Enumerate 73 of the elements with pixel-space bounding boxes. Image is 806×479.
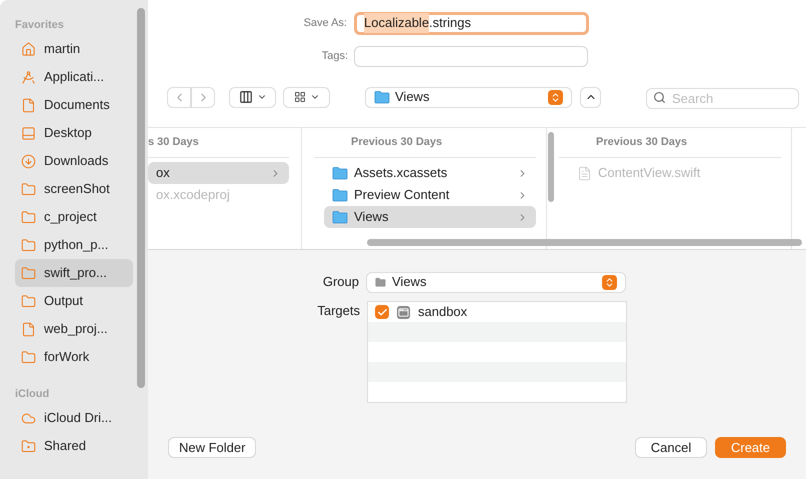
- selected-text: Localizable: [364, 13, 430, 33]
- dialog-button[interactable]: Cancel: [635, 437, 707, 458]
- horizontal-scrollbar[interactable]: [367, 239, 802, 246]
- sidebar-section-title: iCloud: [15, 387, 50, 402]
- target-name: sandbox: [418, 303, 468, 322]
- save-as-label: Save As:: [302, 16, 348, 31]
- sidebar-item[interactable]: Downloads: [15, 147, 133, 175]
- compass-icon: [21, 70, 36, 84]
- folder-icon: [374, 90, 390, 104]
- desktop-icon: [21, 126, 36, 140]
- column-header: Previous 30 Days: [351, 135, 442, 150]
- document-icon: [21, 98, 36, 112]
- sidebar-item[interactable]: Documents: [15, 91, 133, 119]
- dialog-button[interactable]: New Folder: [168, 437, 256, 458]
- columns-icon: [238, 90, 252, 104]
- tags-field[interactable]: [354, 46, 588, 66]
- location-popup[interactable]: Views: [365, 86, 572, 108]
- grid-icon: [294, 91, 306, 103]
- sidebar-item[interactable]: iCloud Dri...: [15, 404, 133, 432]
- file-browser-item[interactable]: Views: [324, 206, 536, 228]
- sidebar-item[interactable]: Shared: [15, 432, 133, 460]
- document-icon: [21, 322, 36, 336]
- sidebar-item[interactable]: web_proj...: [15, 315, 133, 343]
- home-icon: [21, 42, 36, 56]
- folder-icon: [332, 188, 348, 202]
- sidebar-item[interactable]: martin: [15, 35, 133, 63]
- targets-label: Targets: [316, 302, 361, 320]
- back-button[interactable]: [167, 86, 191, 108]
- folder-icon: [21, 350, 36, 364]
- download-icon: [21, 154, 36, 168]
- group-label: Group: [322, 273, 360, 292]
- sidebar-item[interactable]: forWork: [15, 343, 133, 371]
- sidebar-item[interactable]: c_project: [15, 203, 133, 231]
- folder-icon: [332, 210, 348, 224]
- file-browser-item[interactable]: ox: [148, 162, 289, 184]
- folder-icon: [21, 210, 36, 224]
- group-popup[interactable]: Views: [366, 272, 626, 292]
- shared-folder-icon: [21, 438, 36, 454]
- sidebar-item[interactable]: Applicati...: [15, 63, 133, 91]
- target-checkbox[interactable]: [375, 305, 389, 319]
- folder-icon: [21, 182, 36, 196]
- search-icon: [653, 90, 666, 104]
- cloud-icon: [21, 410, 36, 426]
- up-button[interactable]: [580, 86, 601, 108]
- sidebar-item[interactable]: swift_pro...: [15, 259, 133, 287]
- folder-icon: [375, 276, 386, 288]
- folder-icon: [21, 238, 36, 252]
- file-extension-text: .strings: [429, 14, 471, 32]
- file-browser-item[interactable]: Preview Content: [324, 184, 536, 206]
- file-browser-item[interactable]: Assets.xcassets: [324, 162, 536, 184]
- sidebar-item[interactable]: screenShot: [15, 175, 133, 203]
- file-name-field[interactable]: Localizable.strings: [354, 12, 589, 34]
- updown-icon: [548, 90, 563, 104]
- folder-icon: [332, 166, 348, 180]
- folder-icon: [21, 266, 36, 280]
- scrollbar[interactable]: [137, 8, 145, 388]
- search-field[interactable]: Search: [646, 88, 799, 108]
- updown-icon: [602, 274, 617, 290]
- sidebar-item[interactable]: Desktop: [15, 119, 133, 147]
- group-mode-button[interactable]: [283, 86, 330, 108]
- tags-label: Tags:: [320, 48, 349, 64]
- app-target-icon: [397, 306, 410, 318]
- column-header: Previous 30 Days: [596, 135, 688, 150]
- check-icon: [376, 306, 388, 318]
- column-header: s 30 Days: [148, 135, 199, 150]
- view-mode-button[interactable]: [229, 86, 276, 108]
- vertical-scrollbar[interactable]: [548, 132, 554, 202]
- sidebar-section-title: Favorites: [15, 18, 65, 33]
- folder-icon: [21, 294, 36, 308]
- sidebar-item[interactable]: Output: [15, 287, 133, 315]
- forward-button[interactable]: [191, 86, 215, 108]
- file-icon: [577, 166, 592, 180]
- sidebar-item[interactable]: python_p...: [15, 231, 133, 259]
